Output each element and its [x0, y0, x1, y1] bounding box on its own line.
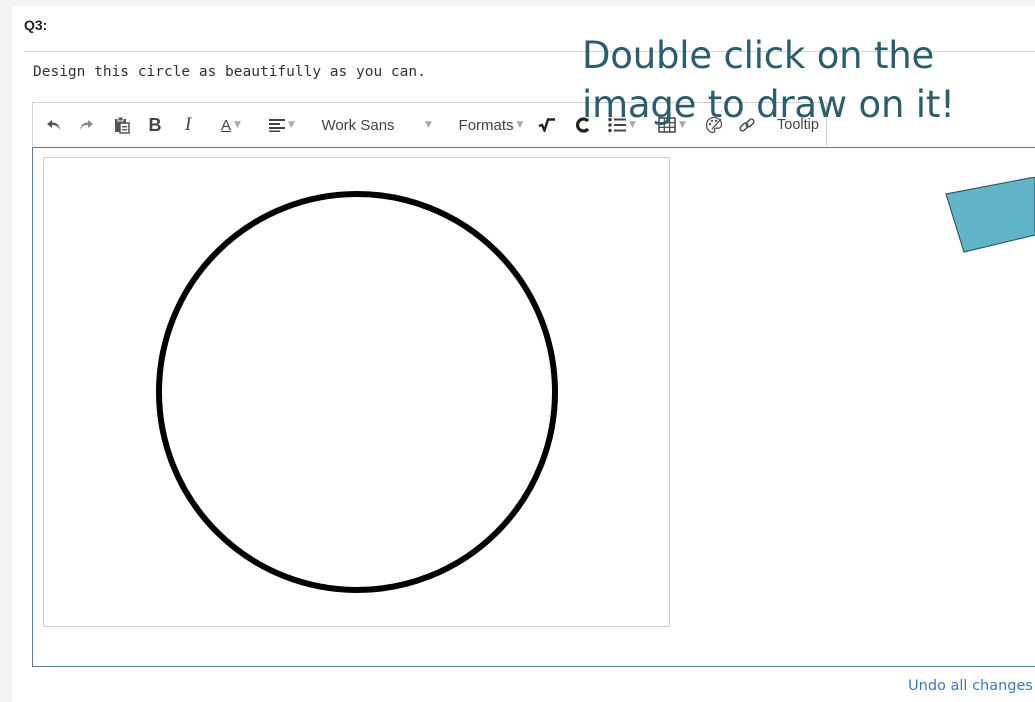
align-icon	[269, 119, 286, 132]
arrow-shape	[945, 177, 1035, 253]
undo-all-changes-link[interactable]: Undo all changes	[908, 678, 1033, 694]
question-prompt: Design this circle as beautifully as you…	[33, 64, 426, 80]
chevron-down-icon: ▼	[234, 120, 241, 130]
formats-label: Formats	[458, 116, 514, 134]
question-number: Q3:	[24, 17, 48, 33]
paste-icon[interactable]	[111, 103, 133, 147]
align-button[interactable]: ▼	[263, 103, 301, 147]
editor-area[interactable]	[32, 147, 1035, 667]
formats-dropdown[interactable]: Formats ▼	[451, 103, 531, 147]
font-family-select[interactable]: Work Sans	[316, 103, 400, 147]
draw-hint-text: Double click on the image to draw on it!	[582, 34, 955, 126]
question-card: Q3: Design this circle as beautifully as…	[12, 6, 1035, 702]
chevron-down-icon: ▼	[288, 120, 295, 130]
font-color-button[interactable]: A ▼	[211, 103, 251, 147]
chevron-down-icon: ▼	[516, 120, 524, 130]
math-icon[interactable]	[536, 103, 558, 147]
chevron-down-icon: ▼	[425, 120, 432, 130]
circle-drawing	[156, 191, 558, 593]
redo-icon[interactable]	[75, 103, 97, 147]
circle-image[interactable]	[43, 157, 670, 627]
bold-button[interactable]: B	[145, 103, 165, 147]
italic-button[interactable]: I	[178, 103, 198, 147]
undo-icon[interactable]	[43, 103, 65, 147]
font-family-dropdown[interactable]: ▼	[420, 103, 434, 147]
font-color-icon: A	[221, 116, 232, 134]
italic-icon: I	[184, 114, 192, 135]
